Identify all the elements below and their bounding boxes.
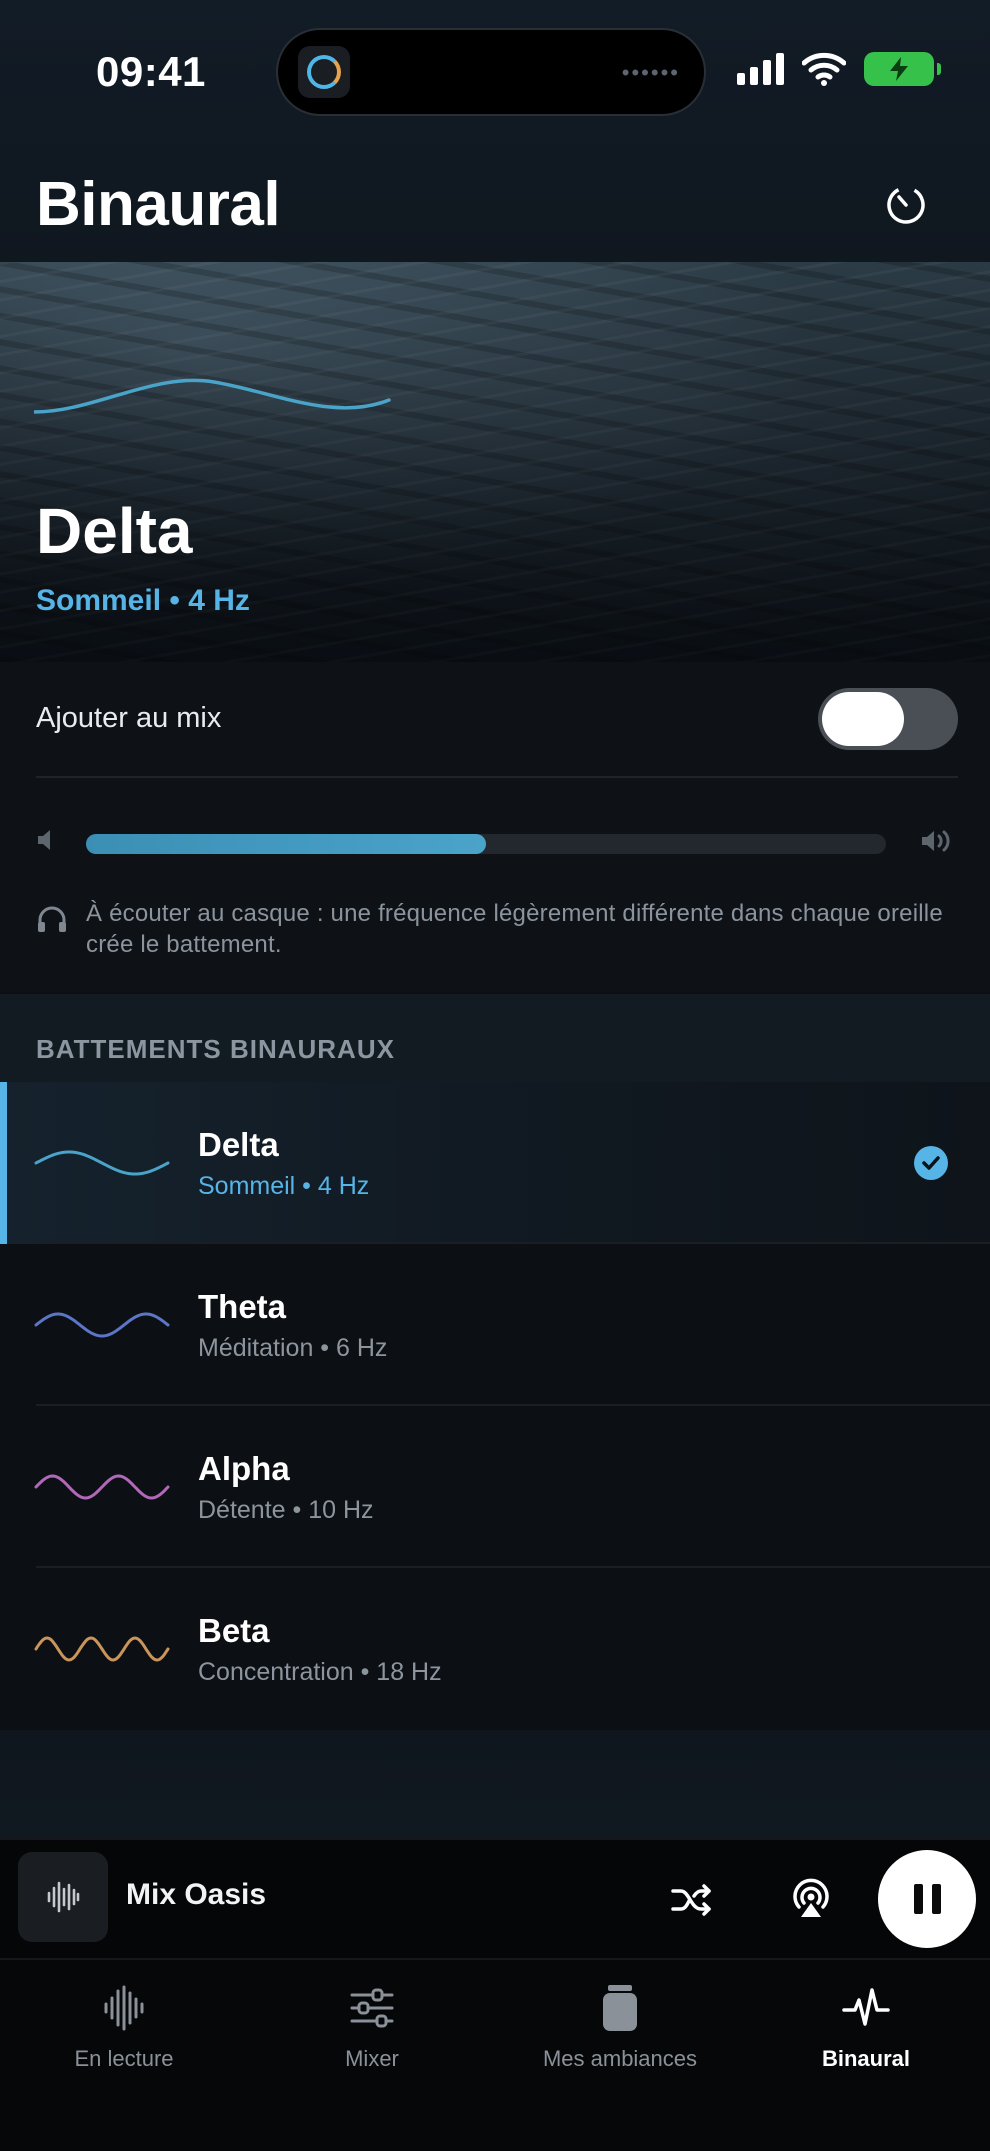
item-name: Beta (198, 1612, 270, 1649)
wifi-icon (802, 52, 846, 86)
section-header: BATTEMENTS BINAURAUX (0, 994, 990, 1082)
tab-binaural[interactable]: Binaural (742, 1978, 990, 2072)
pause-icon (913, 1884, 941, 1914)
airplay-button[interactable] (786, 1872, 836, 1926)
player-title: Mix Oasis (126, 1878, 267, 1911)
volume-slider-fill (86, 834, 486, 854)
status-bar: 09:41 •••••• (0, 0, 990, 140)
jar-icon (603, 1985, 637, 2031)
tab-mixer[interactable]: Mixer (248, 1978, 496, 2072)
item-subtitle: Méditation • 6 Hz (198, 1334, 388, 1362)
volume-slider[interactable] (86, 834, 886, 854)
bolt-icon (890, 57, 908, 81)
waveform-icon (47, 1881, 80, 1913)
mixer-ring-icon (307, 55, 341, 89)
item-subtitle: Concentration • 18 Hz (198, 1658, 442, 1686)
wave-path (34, 1312, 170, 1338)
volume-row (36, 818, 954, 868)
hero-wave-icon (34, 378, 391, 414)
volume-low-icon (38, 830, 50, 850)
shuffle-icon (671, 1884, 711, 1916)
wave-path (34, 1636, 170, 1662)
toggle-knob (822, 692, 904, 746)
mini-player[interactable]: Mix Oasis (0, 1838, 990, 1958)
tab-label: Mixer (345, 2046, 399, 2071)
airplay-icon (793, 1878, 829, 1917)
shuffle-button[interactable] (668, 1876, 716, 1924)
item-name: Alpha (198, 1450, 290, 1487)
item-subtitle: Sommeil • 4 Hz (198, 1172, 370, 1200)
list-item-alpha[interactable]: Alpha Détente • 10 Hz (0, 1406, 990, 1568)
beta-wave-icon (34, 1636, 170, 1662)
hint-text: À écouter au casque : une fréquence légè… (86, 900, 943, 958)
volume-high-icon (922, 830, 950, 852)
delta-wave-icon (34, 1150, 170, 1176)
wave-path (34, 1150, 170, 1176)
battery-charging-icon (864, 52, 941, 86)
dynamic-island[interactable]: •••••• (276, 28, 706, 116)
sliders-icon (350, 1988, 394, 2028)
hero-banner: Delta Sommeil • 4 Hz (0, 262, 990, 662)
checkmark-icon (914, 1146, 948, 1180)
item-name: Delta (198, 1126, 279, 1163)
status-time: 09:41 (96, 48, 206, 95)
page-header: Binaural (36, 160, 954, 250)
item-name: Theta (198, 1288, 287, 1325)
controls-panel: Ajouter au mix À écouter au casque: une… (0, 662, 990, 992)
app-screen: 09:41 •••••• Binaural Delta Sommeil • 4 … (0, 0, 990, 2151)
tab-en-lecture[interactable]: En lecture (0, 1978, 248, 2072)
list-item-beta[interactable]: Beta Concentration • 18 Hz (0, 1568, 990, 1730)
tab-mes-ambiances[interactable]: Mes ambiances (496, 1978, 744, 2072)
pulse-icon (842, 1988, 890, 2026)
island-activity-dots: •••••• (621, 60, 680, 85)
add-to-mix-row: Ajouter au mix (36, 662, 958, 778)
theta-wave-icon (34, 1312, 170, 1338)
binaural-beats-list: Delta Sommeil • 4 Hz Theta Méditation • … (0, 1082, 990, 1730)
timer-icon (887, 186, 925, 224)
tab-bar: En lecture Mixer Mes ambiances Binaural (0, 1958, 990, 2151)
pause-button[interactable] (878, 1850, 976, 1948)
island-app-icon (298, 46, 350, 98)
hero-subtitle: Sommeil • 4 Hz (36, 584, 250, 617)
tab-label: Mes ambiances (542, 2046, 698, 2071)
hero-title: Delta (36, 495, 193, 567)
player-artwork (18, 1852, 108, 1942)
headphones-hint: À écouter au casque : une fréquence légè… (36, 898, 954, 960)
status-icons (737, 52, 941, 86)
list-item-delta[interactable]: Delta Sommeil • 4 Hz (0, 1082, 990, 1244)
list-item-theta[interactable]: Theta Méditation • 6 Hz (0, 1244, 990, 1406)
waveform-icon (104, 1985, 144, 2031)
item-subtitle: Détente • 10 Hz (198, 1496, 374, 1524)
tab-label: En lecture (74, 2046, 174, 2071)
add-to-mix-toggle[interactable] (818, 688, 958, 750)
alpha-wave-icon (34, 1474, 170, 1500)
wave-path (34, 1474, 170, 1500)
headphones-icon (38, 906, 66, 932)
section-title: BATTEMENTS BINAURAUX (36, 1034, 395, 1064)
tab-label: Binaural (821, 2046, 911, 2071)
page-title: Binaural (36, 170, 281, 239)
sleep-timer-button[interactable] (878, 176, 934, 232)
cellular-signal-icon (737, 53, 784, 85)
add-to-mix-label: Ajouter au mix (36, 702, 222, 734)
